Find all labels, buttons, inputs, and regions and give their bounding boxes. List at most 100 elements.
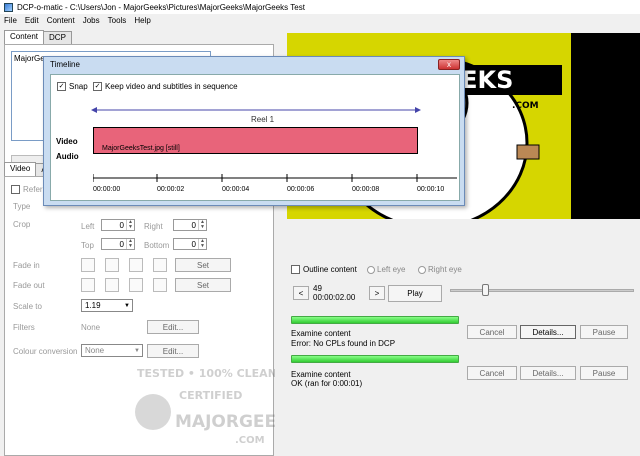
watermark-line4: .COM <box>235 435 265 446</box>
menu-bar: File Edit Content Jobs Tools Help <box>0 14 640 26</box>
clip-label: MajorGeeksTest.jpg [still] <box>102 145 180 152</box>
outline-content-row[interactable]: Outline content <box>291 265 357 275</box>
tick-label: 00:00:10 <box>417 186 445 193</box>
title-bar: DCP-o-matic - C:\Users\Jon - MajorGeeks\… <box>0 0 640 14</box>
job-pause-button[interactable]: Pause <box>580 325 628 339</box>
tab-content[interactable]: Content <box>4 30 45 44</box>
tick-label: 00:00:08 <box>352 186 380 193</box>
watermark-line2: CERTIFIED <box>179 389 242 402</box>
audio-track-label: Audio <box>56 152 79 161</box>
video-settings-panel: Refer Type Crop Left 0 ▲ ▼ Right 0 ▲ ▼ Top 0… <box>4 176 275 456</box>
menu-jobs[interactable]: Jobs <box>83 16 100 25</box>
menu-file[interactable]: File <box>4 16 17 25</box>
menu-content[interactable]: Content <box>47 16 75 25</box>
timeline-body: ✓ Snap ✓ Keep video and subtitles in seque… <box>50 74 460 201</box>
next-frame-button[interactable]: > <box>369 286 385 300</box>
job-status: Error: No CPLs found in DCP <box>291 339 396 348</box>
tick-label: 00:00:00 <box>93 186 121 193</box>
video-track-label: Video <box>56 137 78 146</box>
colour-edit-button[interactable]: Edit... <box>147 344 199 358</box>
job-title: Examine content <box>291 370 351 379</box>
scale-label: Scale to <box>13 302 42 311</box>
fade-out-hours[interactable] <box>81 278 95 292</box>
timeline-dialog: Timeline x ✓ Snap ✓ Keep video and subtitl… <box>43 56 465 206</box>
watermark-line1: TESTED • 100% CLEAN <box>137 367 275 380</box>
chevron-down-icon: ▼ <box>124 302 130 309</box>
fade-in-minutes[interactable] <box>105 258 119 272</box>
fade-in-hours[interactable] <box>81 258 95 272</box>
crop-top-label: Top <box>81 241 94 250</box>
main-tabs: Content DCP <box>4 30 72 45</box>
timeline-title: Timeline <box>50 60 80 69</box>
right-eye-radio[interactable] <box>418 265 426 274</box>
left-eye-radio[interactable] <box>367 265 375 274</box>
reel-label: Reel 1 <box>251 115 275 124</box>
frame-readout: 49 00:00:02.00 <box>313 284 355 302</box>
menu-tools[interactable]: Tools <box>108 16 127 25</box>
job-progress-bar <box>291 316 459 324</box>
close-icon[interactable]: x <box>438 59 460 70</box>
job-details-button[interactable]: Details... <box>520 366 576 380</box>
colour-conversion-label: Colour conversion <box>13 347 78 356</box>
snap-checkbox[interactable]: ✓ <box>57 82 66 92</box>
crop-bottom-input[interactable]: 0 ▲ ▼ <box>173 238 207 250</box>
fade-out-label: Fade out <box>13 281 45 290</box>
window-title: DCP-o-matic - C:\Users\Jon - MajorGeeks\… <box>17 2 305 12</box>
colour-conversion-select[interactable]: None ▼ <box>81 344 143 357</box>
crop-label: Crop <box>13 220 31 229</box>
fade-out-minutes[interactable] <box>105 278 119 292</box>
crop-bottom-label: Bottom <box>144 241 170 250</box>
refer-checkbox[interactable] <box>11 185 20 195</box>
tick-label: 00:00:02 <box>157 186 185 193</box>
job-details-button[interactable]: Details... <box>520 325 576 339</box>
play-button[interactable]: Play <box>388 285 442 302</box>
menu-edit[interactable]: Edit <box>25 16 39 25</box>
crop-left-input[interactable]: 0 ▲ ▼ <box>101 219 135 231</box>
crop-left-label: Left <box>81 222 95 231</box>
playback-slider[interactable] <box>450 289 634 292</box>
crop-right-input[interactable]: 0 ▲ ▼ <box>173 219 207 231</box>
job-title: Examine content <box>291 329 351 338</box>
frame-time: 00:00:02.00 <box>313 293 356 302</box>
left-eye-radio-row[interactable]: Left eye <box>367 265 405 274</box>
tab-video[interactable]: Video <box>4 162 37 176</box>
type-label: Type <box>13 202 31 211</box>
sequence-row[interactable]: ✓ Keep video and subtitles in sequence <box>93 82 238 92</box>
right-eye-radio-row[interactable]: Right eye <box>418 265 462 274</box>
job-progress-bar <box>291 355 459 363</box>
job-pause-button[interactable]: Pause <box>580 366 628 380</box>
scale-select[interactable]: 1.19 ▼ <box>81 299 133 312</box>
fade-in-seconds[interactable] <box>129 258 143 272</box>
menu-help[interactable]: Help <box>134 16 150 25</box>
app-icon <box>4 2 13 12</box>
crop-top-input[interactable]: 0 ▲ ▼ <box>101 238 135 250</box>
previous-frame-button[interactable]: < <box>293 286 309 300</box>
fade-out-set-button[interactable]: Set <box>175 278 231 292</box>
filters-edit-button[interactable]: Edit... <box>147 320 199 334</box>
tab-dcp[interactable]: DCP <box>43 31 72 44</box>
playback-slider-handle[interactable] <box>482 284 489 296</box>
job-cancel-button[interactable]: Cancel <box>467 325 517 339</box>
video-clip[interactable]: MajorGeeksTest.jpg [still] <box>93 127 418 154</box>
refer-checkbox-row[interactable]: Refer <box>11 185 43 195</box>
outline-content-checkbox[interactable] <box>291 265 300 275</box>
fade-out-frames[interactable] <box>153 278 167 292</box>
fade-in-frames[interactable] <box>153 258 167 272</box>
fade-in-label: Fade in <box>13 261 40 270</box>
fade-out-seconds[interactable] <box>129 278 143 292</box>
svg-text:.COM: .COM <box>512 101 539 111</box>
time-ruler <box>93 174 457 182</box>
filters-label: Filters <box>13 323 35 332</box>
job-status: OK (ran for 0:00:01) <box>291 379 363 388</box>
filters-value: None <box>81 323 101 332</box>
chevron-down-icon: ▼ <box>134 347 140 354</box>
snap-row[interactable]: ✓ Snap <box>57 82 88 92</box>
frame-number: 49 <box>313 284 322 293</box>
tick-label: 00:00:04 <box>222 186 250 193</box>
fade-in-set-button[interactable]: Set <box>175 258 231 272</box>
crop-right-label: Right <box>144 222 163 231</box>
certified-watermark: TESTED • 100% CLEAN CERTIFIED MAJORGEEKS… <box>135 367 275 446</box>
tick-label: 00:00:06 <box>287 186 315 193</box>
sequence-checkbox[interactable]: ✓ <box>93 82 102 92</box>
job-cancel-button[interactable]: Cancel <box>467 366 517 380</box>
